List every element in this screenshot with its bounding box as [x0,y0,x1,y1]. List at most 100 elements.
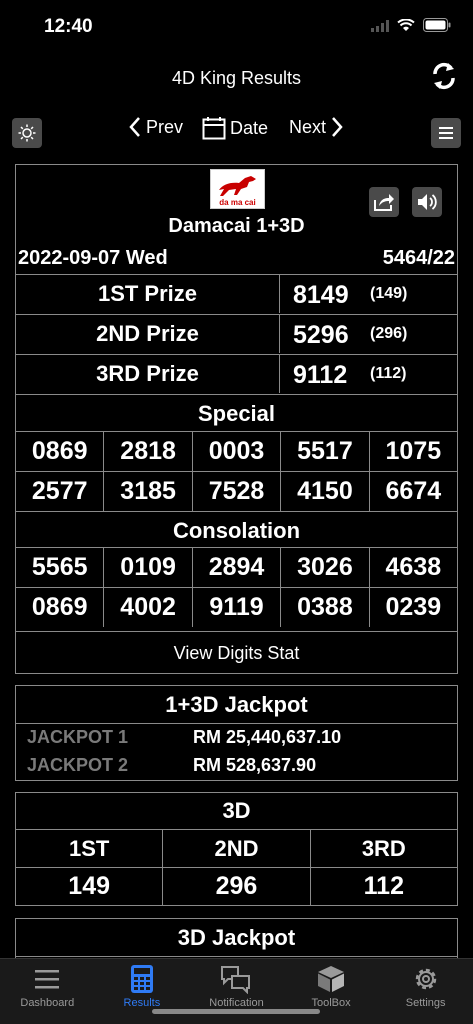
date-button[interactable]: Date [202,116,268,140]
tab-label: Notification [209,997,264,1009]
consolation-number: 0239 [385,593,442,621]
prize-label: 2ND Prize [16,315,280,353]
special-row: 0869 2818 0003 5517 1075 [16,431,457,471]
prize-row-3rd: 3RD Prize 9112 (112) [16,354,457,394]
share-icon [374,194,394,211]
hamburger-icon [35,970,60,989]
calculator-icon [130,965,153,993]
consolation-number: 0388 [281,588,370,627]
consolation-title: Consolation [16,511,457,549]
special-number: 0869 [16,432,105,471]
box-icon [318,966,345,992]
view-digits-stat-button[interactable]: View Digits Stat [16,631,457,674]
three-d-header: 3RD [361,835,406,861]
consolation-number: 2894 [193,548,282,587]
draw-number: 5464/22 [382,247,455,269]
special-number: 1075 [385,437,442,465]
special-number: 3185 [104,472,193,511]
tab-notification[interactable]: Notification [189,959,284,1024]
prize-3d-number: (112) [370,365,407,382]
status-icons [371,18,451,37]
special-title: Special [16,394,457,432]
cellular-signal-icon [371,19,389,37]
special-number: 0003 [193,432,282,471]
date-label: Date [230,117,269,138]
damacai-logo: da ma cai [210,169,265,209]
jackpot-panel: 1+3D Jackpot JACKPOT 1 RM 25,440,637.10 … [15,685,458,781]
three-d-header: 1ST [16,830,164,867]
three-d-panel: 3D 1ST 2ND 3RD 149 296 112 [15,792,458,906]
chevron-right-icon [332,117,343,137]
special-number: 6674 [385,477,442,505]
menu-button[interactable] [431,118,461,148]
home-indicator [152,1009,320,1014]
speaker-icon [418,194,437,210]
consolation-number: 4002 [104,588,193,627]
consolation-number: 0109 [104,548,193,587]
jackpot-value: RM 25,440,637.10 [193,727,342,747]
refresh-button[interactable] [429,60,459,92]
jackpot-label: JACKPOT 2 [27,755,129,775]
next-label: Next [289,116,327,137]
special-number: 4150 [281,472,370,511]
page-title: 4D King Results [171,68,302,88]
theme-toggle-button[interactable] [12,118,42,148]
consolation-number: 9119 [193,588,282,627]
prize-label: 1ST Prize [16,275,280,313]
hamburger-icon [439,127,453,139]
tab-toolbox[interactable]: ToolBox [284,959,379,1024]
special-number: 2818 [104,432,193,471]
prize-number: 8149 [293,281,349,309]
tab-label: Settings [405,997,446,1009]
special-number: 2577 [16,472,105,511]
special-number: 7528 [193,472,282,511]
consolation-number: 5565 [16,548,105,587]
consolation-number: 3026 [281,548,370,587]
toolbar: Prev Date Next [0,112,473,148]
wifi-icon [397,18,415,37]
prize-number: 9112 [293,361,348,389]
operator-name: Damacai 1+3D [168,215,305,237]
logo-text: da ma cai [219,198,256,207]
jackpot-label: JACKPOT 1 [27,727,129,747]
battery-icon [423,18,451,37]
prize-row-1st: 1ST Prize 8149 (149) [16,274,457,314]
results-panel: da ma cai Damacai 1+3D 2022-09-07 Wed 54… [15,164,458,674]
next-button[interactable]: Next [289,116,344,138]
tab-bar: Dashboard Results Notification ToolBox S… [0,958,473,1024]
status-bar: 12:40 [0,0,473,52]
tab-label: Results [123,997,161,1009]
three-d-value: 112 [363,872,404,900]
three-d-title: 3D [222,798,251,823]
three-d-header: 2ND [163,830,311,867]
gear-icon [415,968,436,990]
tab-label: ToolBox [311,997,351,1009]
consolation-row: 0869 4002 9119 0388 0239 [16,587,457,627]
consolation-row: 5565 0109 2894 3026 4638 [16,547,457,587]
special-row: 2577 3185 7528 4150 6674 [16,471,457,511]
jackpot-title: 1+3D Jackpot [16,686,457,724]
consolation-number: 4638 [385,553,442,581]
calendar-icon [202,117,226,140]
draw-date: 2022-09-07 Wed [18,247,168,269]
special-number: 5517 [281,432,370,471]
three-d-header-row: 1ST 2ND 3RD [16,829,457,867]
prev-button[interactable]: Prev [128,116,183,138]
three-d-jackpot-title: 3D Jackpot [16,919,457,957]
prize-number: 5296 [293,321,349,349]
sound-button[interactable] [412,187,442,217]
prize-row-2nd: 2ND Prize 5296 (296) [16,314,457,354]
prize-label: 3RD Prize [16,355,280,393]
three-d-value-row: 149 296 112 [16,867,457,905]
chevron-left-icon [129,117,140,137]
tab-dashboard[interactable]: Dashboard [0,959,95,1024]
chat-bubbles-icon [221,966,251,994]
tab-settings[interactable]: Settings [378,959,473,1024]
consolation-number: 0869 [16,588,105,627]
jackpot-value: RM 528,637.90 [193,755,317,775]
prev-label: Prev [146,116,184,137]
tab-results[interactable]: Results [95,959,190,1024]
sun-icon [18,124,36,142]
share-button[interactable] [369,187,399,217]
refresh-icon [433,62,455,90]
